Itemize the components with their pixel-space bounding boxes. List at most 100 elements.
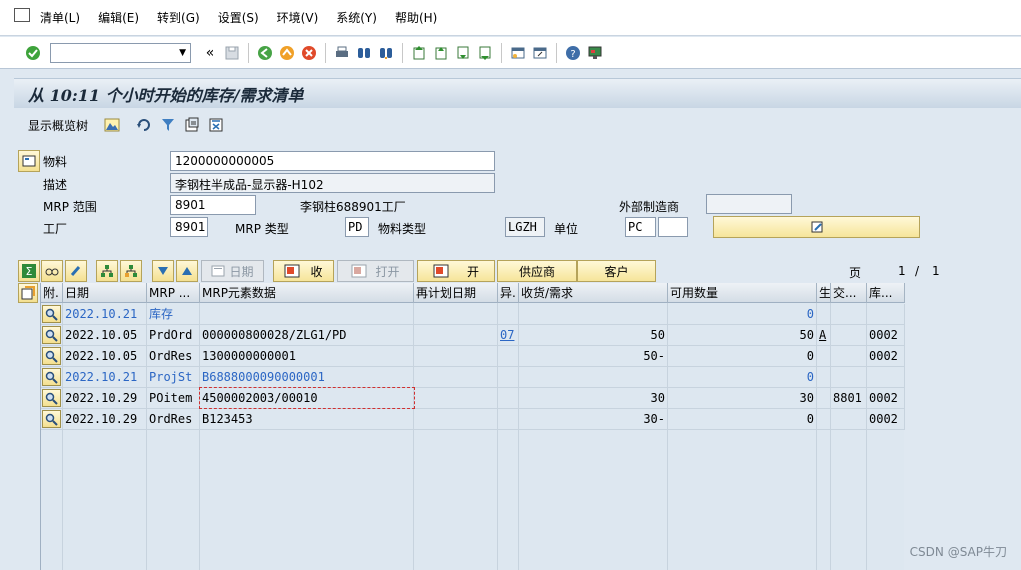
cell-avail: 0: [668, 409, 817, 429]
cell-date-text: 2022.10.29: [65, 412, 138, 426]
receipt-button[interactable]: 收: [273, 260, 334, 282]
customize-layout-icon[interactable]: [585, 43, 605, 63]
cell-exc-text[interactable]: 07: [500, 328, 514, 342]
col-storage[interactable]: 库...: [867, 283, 905, 303]
filter-icon[interactable]: [160, 117, 176, 133]
sum-button[interactable]: Σ: [18, 260, 40, 282]
svg-text:?: ?: [570, 49, 575, 60]
layout-button[interactable]: [18, 283, 38, 303]
cell-avail-text: 50: [799, 328, 814, 342]
last-page-icon[interactable]: [475, 43, 495, 63]
cell-s: [817, 409, 831, 429]
details-magnifier-icon[interactable]: [42, 410, 61, 428]
show-overview-tree-button[interactable]: 显示概览树: [28, 117, 88, 134]
col-attachment[interactable]: 附.: [41, 283, 63, 303]
cell-data: 4500002003/00010: [199, 387, 415, 409]
mountain-icon[interactable]: [104, 117, 120, 133]
plant-label: 工厂: [43, 222, 68, 236]
shortcut-icon[interactable]: [530, 43, 550, 63]
print-icon[interactable]: [332, 43, 352, 63]
details-magnifier-icon[interactable]: [42, 347, 61, 365]
mrp-type-label: MRP 类型: [235, 222, 289, 236]
customer-button[interactable]: 客户: [577, 260, 656, 282]
stock-requirements-table: 附. 日期 MRP ... MRP元素数据 再计划日期 异. 收货/需求 可用数…: [40, 283, 905, 570]
open-icon: [433, 264, 449, 278]
cancel-icon[interactable]: [299, 43, 319, 63]
open-disabled-icon: [351, 264, 367, 278]
back-icon[interactable]: [255, 43, 275, 63]
cell-avail-text: 0: [806, 349, 814, 363]
table-row[interactable]: 2022.10.29 OrdRes B123453 30- 0 0002: [41, 409, 905, 430]
enter-check-icon[interactable]: [23, 43, 43, 63]
header-toggle-button[interactable]: [18, 150, 40, 172]
refresh-icon[interactable]: [136, 117, 152, 133]
col-production[interactable]: 生: [817, 283, 831, 303]
mrp-area-field[interactable]: 8901: [170, 195, 256, 215]
app-menu-icon[interactable]: [14, 7, 30, 22]
pencil-button[interactable]: [65, 260, 87, 282]
menu-settings[interactable]: 设置(S): [218, 9, 259, 26]
menu-environment[interactable]: 环境(V): [277, 9, 319, 26]
col-receipt-requirement[interactable]: 收货/需求: [519, 283, 668, 303]
find-icon[interactable]: [354, 43, 374, 63]
material-field[interactable]: 1200000000005: [170, 151, 495, 171]
vendor-button[interactable]: 供应商: [497, 260, 577, 282]
menu-help[interactable]: 帮助(H): [395, 9, 437, 26]
col-available-qty[interactable]: 可用数量: [668, 283, 817, 303]
details-magnifier-icon[interactable]: [42, 389, 61, 407]
find-next-icon[interactable]: [376, 43, 396, 63]
cell-avail-text: 0: [806, 307, 814, 321]
exit-icon[interactable]: [277, 43, 297, 63]
cell-exc: [498, 367, 519, 387]
glasses-button[interactable]: [41, 260, 63, 282]
details-magnifier-icon[interactable]: [42, 326, 61, 344]
cell-s-text[interactable]: A: [819, 328, 826, 342]
details-magnifier-icon[interactable]: [42, 305, 61, 323]
hierarchy-button-2[interactable]: [120, 260, 142, 282]
col-delivery[interactable]: 交...: [831, 283, 867, 303]
cell-data-text: 4500002003/00010: [202, 391, 318, 405]
plant-field[interactable]: 8901: [170, 217, 208, 237]
page-label: 页: [849, 266, 862, 280]
menu-system[interactable]: 系统(Y): [336, 9, 377, 26]
svg-text:Σ: Σ: [26, 265, 33, 278]
unit-label: 单位: [554, 222, 579, 236]
previous-page-icon[interactable]: [431, 43, 451, 63]
date-button[interactable]: 日期: [201, 260, 264, 282]
command-field[interactable]: ▼: [50, 42, 191, 63]
hierarchy-button-1[interactable]: [96, 260, 118, 282]
open-button-disabled[interactable]: 打开: [337, 260, 414, 282]
cell-qty-text: 30-: [643, 412, 665, 426]
save-icon[interactable]: [222, 43, 242, 63]
planning-icon[interactable]: [184, 117, 200, 133]
help-icon[interactable]: ?: [563, 43, 583, 63]
delete-row-icon[interactable]: [208, 117, 224, 133]
col-date[interactable]: 日期: [63, 283, 147, 303]
sort-ascending-button[interactable]: [152, 260, 174, 282]
double-left-arrow-icon[interactable]: «: [200, 43, 220, 63]
menu-list[interactable]: 清单(L): [40, 9, 80, 26]
first-page-icon[interactable]: [409, 43, 429, 63]
new-session-icon[interactable]: [508, 43, 528, 63]
table-row[interactable]: 2022.10.21 库存 0: [41, 304, 905, 325]
col-mrp-element-data[interactable]: MRP元素数据: [200, 283, 414, 303]
menu-goto[interactable]: 转到(G): [157, 9, 200, 26]
date-icon: [211, 265, 225, 277]
table-row[interactable]: 2022.10.21 ProjSt B6888000090000001 0: [41, 367, 905, 388]
details-magnifier-icon[interactable]: [42, 368, 61, 386]
next-page-icon[interactable]: [453, 43, 473, 63]
cell-date: 2022.10.29: [63, 388, 147, 408]
open-button[interactable]: 开: [417, 260, 495, 282]
col-reschedule-date[interactable]: 再计划日期: [414, 283, 498, 303]
col-mrp-element[interactable]: MRP ...: [147, 283, 200, 303]
menu-edit[interactable]: 编辑(E): [98, 9, 139, 26]
table-row[interactable]: 2022.10.05 OrdRes 1300000000001 50- 0 0002: [41, 346, 905, 367]
cell-s: [817, 346, 831, 366]
edit-button[interactable]: [713, 216, 920, 238]
hierarchy-expand-icon: [125, 265, 137, 277]
cell-resched: [414, 367, 498, 387]
sort-descending-button[interactable]: [176, 260, 198, 282]
table-row[interactable]: 2022.10.29 POitem 4500002003/00010 30 30 8801…: [41, 387, 905, 409]
table-row[interactable]: 2022.10.05 PrdOrd 000000800028/ZLG1/PD 07 50…: [41, 325, 905, 346]
col-exception[interactable]: 异.: [498, 283, 519, 303]
